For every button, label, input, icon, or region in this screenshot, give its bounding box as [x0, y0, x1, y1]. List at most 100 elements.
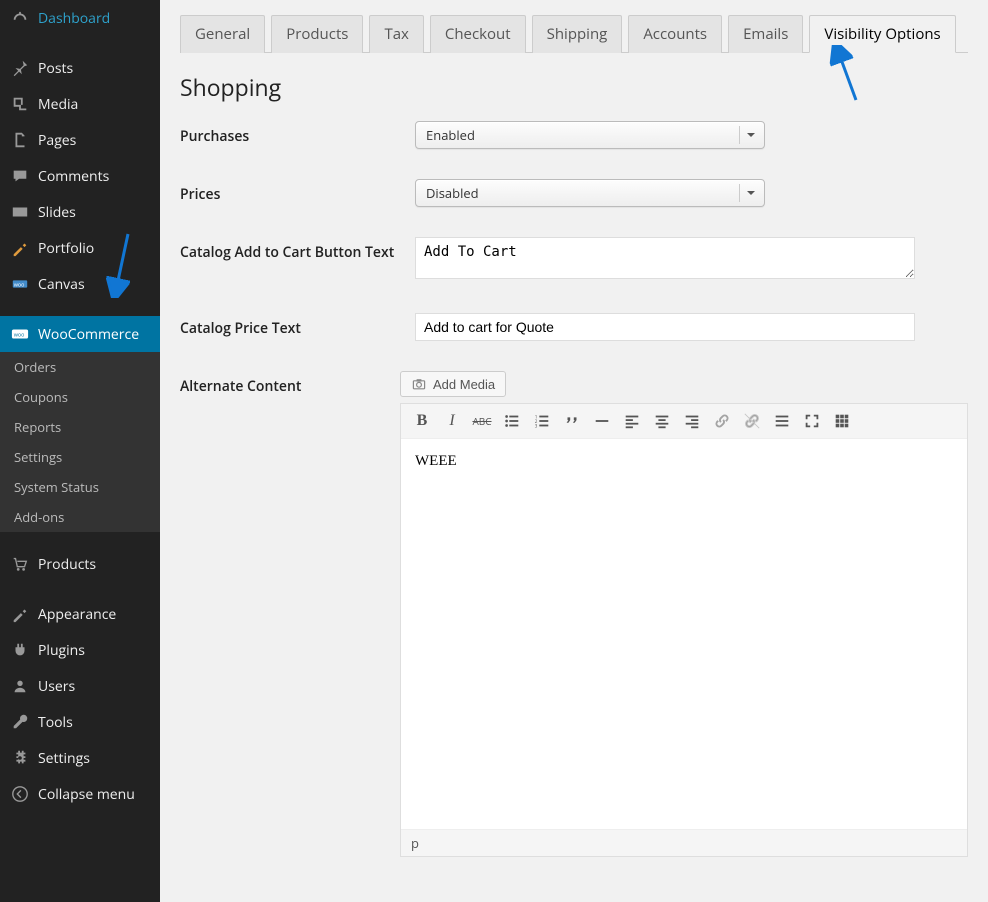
collapse-icon	[10, 784, 30, 804]
canvas-icon: woo	[10, 274, 30, 294]
appearance-icon	[10, 604, 30, 624]
main-content: General Products Tax Checkout Shipping A…	[160, 0, 988, 902]
admin-sidebar: Dashboard Posts Media Pages Comments Sli…	[0, 0, 160, 902]
sidebar-item-dashboard[interactable]: Dashboard	[0, 0, 160, 36]
bold-button[interactable]: B	[407, 408, 437, 434]
svg-text:3: 3	[535, 423, 538, 429]
comment-icon	[10, 166, 30, 186]
insert-more-button[interactable]	[767, 408, 797, 434]
sidebar-item-label: Appearance	[38, 605, 116, 624]
rich-text-editor: B I ABC 123 WEEE p	[400, 403, 968, 857]
purchases-label: Purchases	[180, 121, 415, 146]
editor-toolbar: B I ABC 123	[401, 404, 967, 439]
sidebar-item-label: Dashboard	[38, 9, 110, 28]
italic-button[interactable]: I	[437, 408, 467, 434]
sidebar-item-slides[interactable]: Slides	[0, 194, 160, 230]
submenu-item-system-status[interactable]: System Status	[0, 472, 160, 502]
pin-icon	[10, 58, 30, 78]
sidebar-item-label: Collapse menu	[38, 785, 135, 804]
cart-icon	[10, 554, 30, 574]
tab-tax[interactable]: Tax	[369, 15, 423, 53]
catalog-price-text-input[interactable]	[415, 313, 915, 341]
settings-tabs: General Products Tax Checkout Shipping A…	[180, 10, 968, 53]
woocommerce-icon: woo	[10, 324, 30, 344]
tab-products[interactable]: Products	[271, 15, 363, 53]
blockquote-button[interactable]	[557, 408, 587, 434]
select-value: Disabled	[426, 184, 479, 202]
sidebar-item-products[interactable]: Products	[0, 546, 160, 582]
align-right-button[interactable]	[677, 408, 707, 434]
tab-emails[interactable]: Emails	[728, 15, 803, 53]
sidebar-item-plugins[interactable]: Plugins	[0, 632, 160, 668]
submenu-item-orders[interactable]: Orders	[0, 352, 160, 382]
svg-text:woo: woo	[14, 331, 25, 339]
sidebar-item-label: Pages	[38, 131, 76, 150]
sidebar-item-label: Tools	[38, 713, 73, 732]
cart-button-text-input[interactable]: Add To Cart	[415, 237, 915, 279]
tab-checkout[interactable]: Checkout	[430, 15, 526, 53]
sidebar-item-label: Comments	[38, 167, 109, 186]
sidebar-item-media[interactable]: Media	[0, 86, 160, 122]
sidebar-item-label: WooCommerce	[38, 325, 139, 344]
sidebar-item-portfolio[interactable]: Portfolio	[0, 230, 160, 266]
sidebar-item-label: Products	[38, 555, 96, 574]
tab-visibility-options[interactable]: Visibility Options	[809, 15, 955, 53]
link-button[interactable]	[707, 408, 737, 434]
prices-select[interactable]: Disabled	[415, 179, 765, 207]
align-center-button[interactable]	[647, 408, 677, 434]
align-left-button[interactable]	[617, 408, 647, 434]
sidebar-item-tools[interactable]: Tools	[0, 704, 160, 740]
dashboard-icon	[10, 8, 30, 28]
wrench-icon	[10, 712, 30, 732]
cart-button-text-label: Catalog Add to Cart Button Text	[180, 237, 415, 262]
sidebar-item-posts[interactable]: Posts	[0, 50, 160, 86]
purchases-select[interactable]: Enabled	[415, 121, 765, 149]
hr-button[interactable]	[587, 408, 617, 434]
tab-accounts[interactable]: Accounts	[628, 15, 722, 53]
sidebar-item-label: Plugins	[38, 641, 85, 660]
submenu-item-reports[interactable]: Reports	[0, 412, 160, 442]
alternate-content-label: Alternate Content	[180, 371, 400, 396]
woocommerce-submenu: Orders Coupons Reports Settings System S…	[0, 352, 160, 532]
sidebar-item-label: Portfolio	[38, 239, 94, 258]
sidebar-item-woocommerce[interactable]: woo WooCommerce	[0, 316, 160, 352]
sidebar-item-label: Slides	[38, 203, 76, 222]
gear-icon	[10, 748, 30, 768]
sidebar-item-pages[interactable]: Pages	[0, 122, 160, 158]
sidebar-item-users[interactable]: Users	[0, 668, 160, 704]
fullscreen-button[interactable]	[797, 408, 827, 434]
tab-general[interactable]: General	[180, 15, 265, 53]
chevron-down-icon	[739, 126, 756, 144]
sidebar-item-label: Posts	[38, 59, 73, 78]
editor-content[interactable]: WEEE	[401, 439, 967, 829]
tab-shipping[interactable]: Shipping	[532, 15, 623, 53]
submenu-item-coupons[interactable]: Coupons	[0, 382, 160, 412]
strikethrough-button[interactable]: ABC	[467, 408, 497, 434]
sidebar-item-collapse[interactable]: Collapse menu	[0, 776, 160, 812]
select-value: Enabled	[426, 126, 475, 144]
sidebar-item-label: Media	[38, 95, 78, 114]
sidebar-item-comments[interactable]: Comments	[0, 158, 160, 194]
sidebar-item-label: Users	[38, 677, 75, 696]
submenu-item-add-ons[interactable]: Add-ons	[0, 502, 160, 532]
sidebar-item-label: Canvas	[38, 275, 85, 294]
submenu-item-settings[interactable]: Settings	[0, 442, 160, 472]
unlink-button[interactable]	[737, 408, 767, 434]
plugin-icon	[10, 640, 30, 660]
section-title: Shopping	[180, 71, 968, 103]
user-icon	[10, 676, 30, 696]
add-media-label: Add Media	[433, 377, 495, 392]
media-icon	[10, 94, 30, 114]
camera-icon	[411, 376, 427, 392]
brush-icon	[10, 238, 30, 258]
sidebar-item-appearance[interactable]: Appearance	[0, 596, 160, 632]
toolbar-toggle-button[interactable]	[827, 408, 857, 434]
add-media-button[interactable]: Add Media	[400, 371, 506, 397]
sidebar-item-settings[interactable]: Settings	[0, 740, 160, 776]
sidebar-item-canvas[interactable]: woo Canvas	[0, 266, 160, 302]
editor-status-path: p	[401, 829, 967, 856]
sidebar-item-label: Settings	[38, 749, 90, 768]
numbered-list-button[interactable]: 123	[527, 408, 557, 434]
bullet-list-button[interactable]	[497, 408, 527, 434]
prices-label: Prices	[180, 179, 415, 204]
